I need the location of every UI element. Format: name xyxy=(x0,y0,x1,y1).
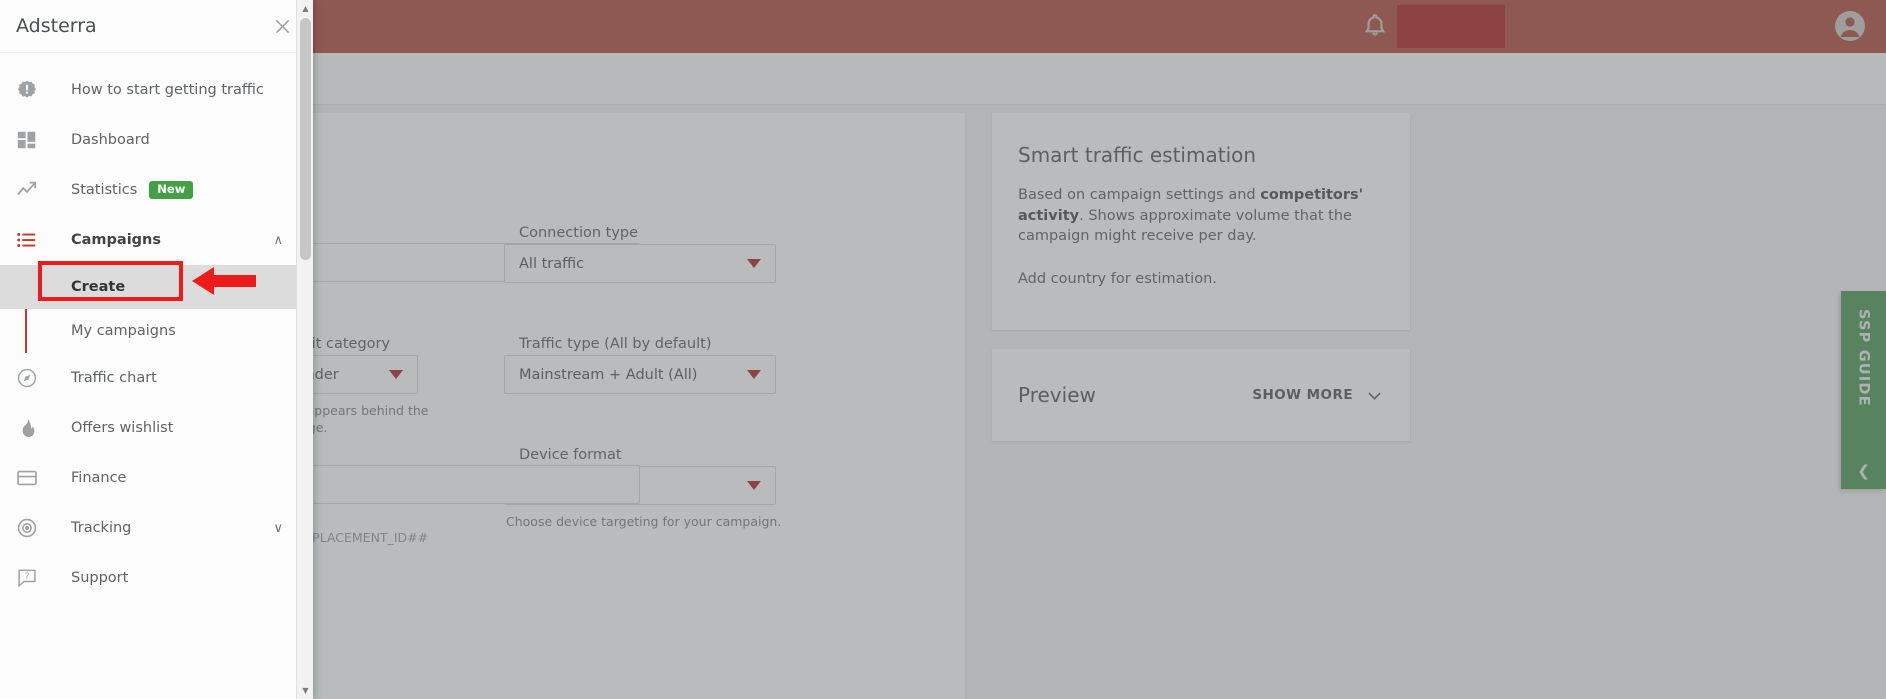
flame-icon xyxy=(14,415,40,441)
scroll-up-icon[interactable]: ▲ xyxy=(297,0,313,17)
sidebar-item-label: Support xyxy=(71,570,129,586)
preview-title: Preview xyxy=(1018,383,1096,407)
caret-down-icon xyxy=(747,481,761,490)
bell-icon[interactable] xyxy=(1360,11,1390,41)
question-chat-icon: ? xyxy=(14,565,40,591)
dashboard-grid-icon xyxy=(14,127,40,153)
estimation-add-country-note: Add country for estimation. xyxy=(1018,270,1217,287)
preview-card[interactable]: Preview SHOW MORE xyxy=(992,349,1410,441)
smart-traffic-estimation-card: Smart traffic estimation Based on campai… xyxy=(992,113,1410,330)
drawer-scrollbar[interactable]: ▲ ▼ xyxy=(296,0,313,699)
connection-type-label: Connection type xyxy=(519,225,639,241)
svg-text:?: ? xyxy=(25,572,30,582)
chevron-down-icon[interactable]: ∨ xyxy=(273,521,283,536)
sidebar-item-campaigns[interactable]: Campaigns ∧ xyxy=(0,215,313,265)
info-badge-icon xyxy=(14,77,40,103)
close-icon[interactable] xyxy=(272,16,293,37)
balance-block[interactable] xyxy=(1397,5,1505,48)
sidebar-subitem-label: Create xyxy=(71,279,126,295)
show-more-button[interactable]: SHOW MORE xyxy=(1252,386,1384,405)
sidebar-item-create[interactable]: Create xyxy=(0,265,313,309)
sidebar-subitem-label: My campaigns xyxy=(71,323,176,339)
sidebar-item-my-campaigns[interactable]: My campaigns xyxy=(0,309,313,353)
connection-type-select[interactable]: All traffic xyxy=(504,244,776,283)
app-root: hanumeric AdUnit category Popunder Ad th… xyxy=(0,0,1886,699)
trend-up-icon xyxy=(14,177,40,203)
caret-down-icon xyxy=(747,259,761,268)
sidebar-item-label: Tracking xyxy=(71,520,132,536)
drawer-header: Adsterra xyxy=(0,0,313,53)
drawer-nav: How to start getting traffic Dashboard S… xyxy=(0,53,313,603)
traffic-type-value: Mainstream + Adult (All) xyxy=(519,366,698,383)
sidebar-item-offers-wishlist[interactable]: Offers wishlist xyxy=(0,403,313,453)
chevron-left-icon[interactable]: ❮ xyxy=(1857,464,1870,479)
scroll-down-icon[interactable]: ▼ xyxy=(297,682,313,699)
caret-down-icon xyxy=(747,370,761,379)
sidebar-item-label: Traffic chart xyxy=(71,370,157,386)
credit-card-icon xyxy=(14,465,40,491)
sidebar-item-tracking[interactable]: Tracking ∨ xyxy=(0,503,313,553)
sidebar-item-statistics[interactable]: Statistics New xyxy=(0,165,313,215)
sidebar-item-traffic-chart[interactable]: Traffic chart xyxy=(0,353,313,403)
ssp-guide-label: SSP GUIDE xyxy=(1855,309,1872,407)
chevron-down-icon xyxy=(1368,392,1381,400)
caret-down-icon xyxy=(389,370,403,379)
sidebar-item-support[interactable]: ? Support xyxy=(0,553,313,603)
sidebar-item-how-to-start[interactable]: How to start getting traffic xyxy=(0,65,313,115)
sidebar-item-dashboard[interactable]: Dashboard xyxy=(0,115,313,165)
traffic-type-label: Traffic type (All by default) xyxy=(519,336,712,352)
sidebar-item-label: Campaigns xyxy=(71,232,162,248)
submenu-rail xyxy=(25,265,27,309)
estimation-title: Smart traffic estimation xyxy=(1018,143,1257,167)
account-avatar-icon[interactable] xyxy=(1834,10,1866,42)
sidebar-item-label: Statistics xyxy=(71,182,138,198)
estimation-line-1c: . xyxy=(1079,207,1084,224)
compass-icon xyxy=(14,365,40,391)
sidebar-item-label: How to start getting traffic xyxy=(71,82,264,98)
scrollbar-thumb[interactable] xyxy=(300,18,311,260)
sidebar-item-finance[interactable]: Finance xyxy=(0,453,313,503)
sidebar-item-label: Finance xyxy=(71,470,127,486)
submenu-rail xyxy=(25,309,27,353)
annotation-arrow-icon xyxy=(192,267,256,295)
navigation-drawer: Adsterra How to start getting traffic Da… xyxy=(0,0,313,699)
chevron-up-icon[interactable]: ∧ xyxy=(273,233,283,248)
traffic-type-select[interactable]: Mainstream + Adult (All) xyxy=(504,355,776,394)
estimation-description: Based on campaign settings and competito… xyxy=(1018,185,1384,247)
sidebar-item-label: Offers wishlist xyxy=(71,420,174,436)
connection-type-value: All traffic xyxy=(519,255,585,272)
device-format-hint: Choose device targeting for your campaig… xyxy=(506,514,782,529)
sidebar-item-label: Dashboard xyxy=(71,132,150,148)
ssp-guide-tab[interactable]: SSP GUIDE ❮ xyxy=(1841,291,1886,489)
show-more-label: SHOW MORE xyxy=(1252,387,1353,403)
target-icon xyxy=(14,515,40,541)
drawer-title: Adsterra xyxy=(16,15,97,37)
estimation-line-1a: Based on campaign settings and xyxy=(1018,187,1261,203)
status-badge: New xyxy=(149,181,194,199)
device-format-label: Device format xyxy=(519,447,622,463)
list-bullets-icon xyxy=(14,227,40,253)
